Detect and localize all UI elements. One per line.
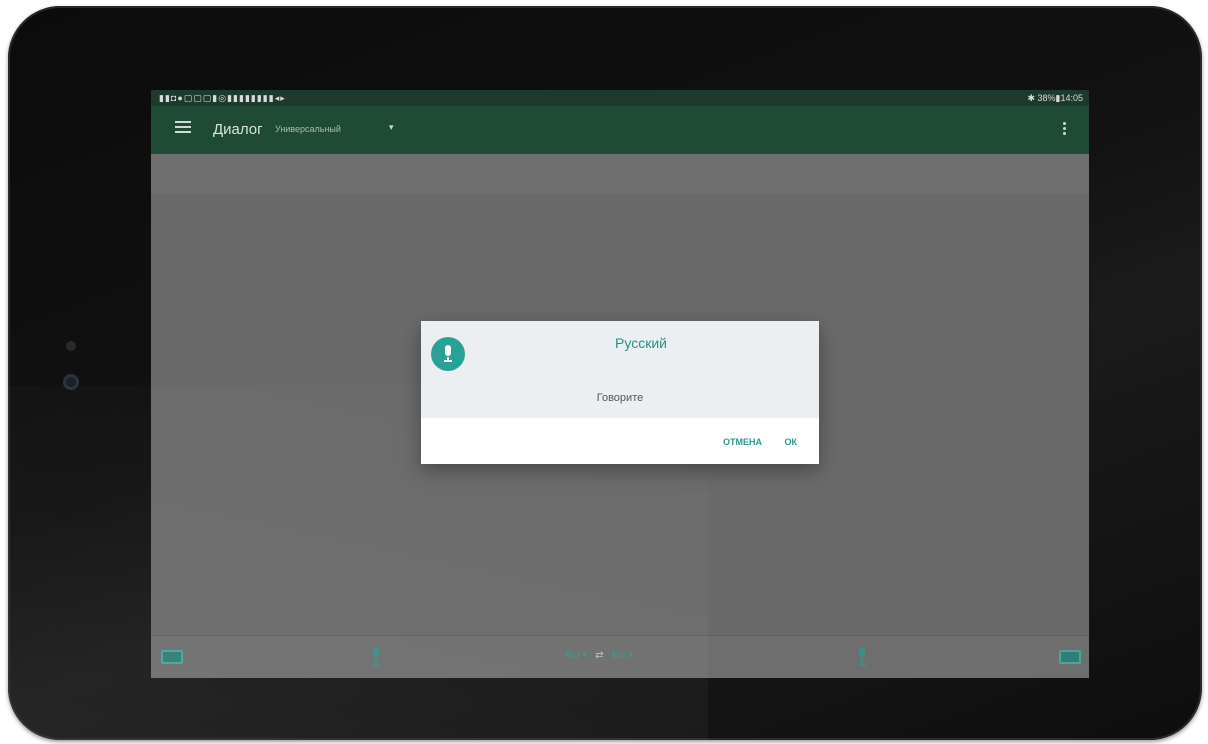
app-bar: Диалог Универсальный ▾ — [151, 106, 1089, 154]
front-camera — [63, 374, 79, 390]
source-language[interactable]: RU ▾ — [565, 650, 587, 661]
app-title: Диалог — [213, 121, 263, 138]
tablet-device: ▮▮◘●▢▢▢▮◎▮▮▮▮▮▮▮▮◂▸ ✱ 38%▮14:05 Диалог У… — [8, 6, 1202, 740]
language-switcher: RU ▾ ⇄ EN ▾ — [565, 650, 633, 661]
hamburger-icon[interactable] — [175, 118, 191, 134]
mode-selector[interactable]: Универсальный — [275, 124, 341, 134]
dialog-actions: ОТМЕНА ОК — [703, 437, 797, 447]
dialog-header: Русский Говорите — [421, 321, 819, 418]
bottom-bar: RU ▾ ⇄ EN ▾ — [151, 635, 1089, 678]
dialog-prompt: Говорите — [596, 392, 644, 404]
target-language[interactable]: EN ▾ — [612, 650, 634, 661]
light-sensor — [66, 341, 76, 351]
ok-button[interactable]: ОК — [785, 437, 798, 447]
microphone-icon[interactable] — [371, 647, 381, 667]
notification-icons: ▮▮◘●▢▢▢▮◎▮▮▮▮▮▮▮▮◂▸ — [159, 93, 286, 103]
speech-dialog: Русский Говорите ОТМЕНА ОК — [421, 321, 819, 464]
dialog-language: Русский — [615, 335, 667, 351]
keyboard-icon[interactable] — [161, 650, 183, 664]
battery-clock: ✱ 38%▮14:05 — [1027, 93, 1083, 103]
swap-icon[interactable]: ⇄ — [595, 650, 603, 661]
device-screen: ▮▮◘●▢▢▢▮◎▮▮▮▮▮▮▮▮◂▸ ✱ 38%▮14:05 Диалог У… — [151, 90, 1089, 678]
microphone-icon[interactable] — [857, 647, 867, 667]
keyboard-icon[interactable] — [1059, 650, 1081, 664]
status-bar: ▮▮◘●▢▢▢▮◎▮▮▮▮▮▮▮▮◂▸ ✱ 38%▮14:05 — [151, 90, 1089, 106]
chevron-down-icon[interactable]: ▾ — [389, 122, 394, 133]
cancel-button[interactable]: ОТМЕНА — [723, 437, 762, 447]
more-vert-icon[interactable] — [1063, 120, 1067, 137]
